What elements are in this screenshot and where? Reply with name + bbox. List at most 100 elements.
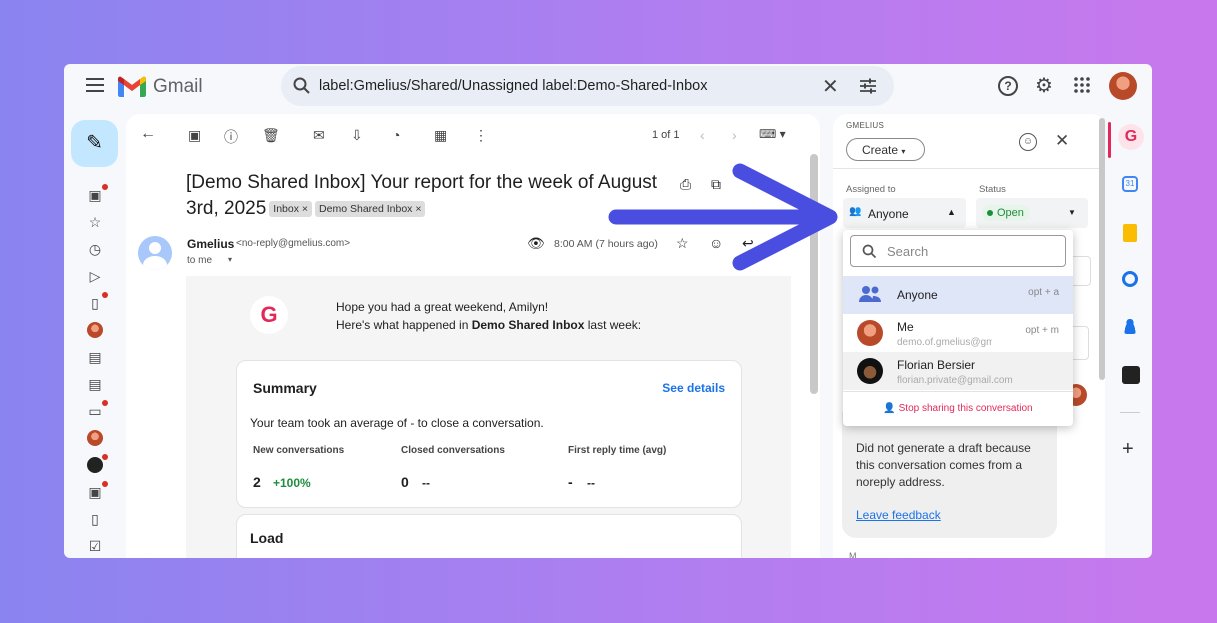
create-button[interactable]: Create ▾	[846, 138, 925, 161]
compose-button[interactable]: ✎	[71, 120, 118, 167]
florian-avatar	[857, 358, 883, 384]
recipient-to[interactable]: to me	[187, 255, 212, 266]
add-to-tasks-icon[interactable]: ▦	[434, 127, 447, 144]
close-panel-icon[interactable]: ✕	[1055, 131, 1069, 151]
calendar-rail-icon[interactable]: 31	[1122, 176, 1138, 192]
option-florian[interactable]: Florian Bersier florian.private@gmail.co…	[843, 352, 1073, 390]
assignee-dropdown: Search Anyone opt + a Me demo.of.gmelius…	[843, 230, 1073, 426]
panel-scrollbar[interactable]	[1099, 118, 1105, 380]
app-name: Gmail	[153, 76, 203, 97]
rail-divider	[1108, 122, 1111, 158]
dropdown-search-placeholder: Search	[887, 244, 929, 259]
search-icon[interactable]	[293, 77, 311, 95]
option-me-label: Me	[897, 320, 914, 334]
people-icon: 👥	[849, 206, 862, 217]
label-chip-inbox[interactable]: Inbox ×	[269, 201, 313, 217]
hidden-field-edge	[1073, 326, 1089, 360]
snooze-icon[interactable]: ◔	[392, 127, 400, 143]
input-tools-icon[interactable]: ⌨ ▾	[759, 127, 786, 141]
stat-delta-closed: --	[422, 476, 430, 490]
apps-grid-icon[interactable]	[1074, 77, 1090, 98]
more-truncated-text: M..	[849, 551, 862, 558]
newer-chevron-icon[interactable]: ‹	[700, 127, 705, 143]
starred-icon[interactable]: ☆	[87, 214, 103, 230]
recipient-details-chevron-icon[interactable]: ▾	[228, 255, 232, 264]
contacts-rail-icon[interactable]	[1123, 318, 1137, 334]
stat-value-new: 2	[253, 474, 261, 490]
gmelius-rail-icon[interactable]: G	[1118, 124, 1144, 150]
search-bar[interactable]: label:Gmelius/Shared/Unassigned label:De…	[281, 66, 894, 106]
drafts-icon[interactable]: ▯	[87, 292, 108, 311]
intro-suffix: last week:	[584, 318, 642, 332]
dropdown-search[interactable]: Search	[850, 235, 1066, 267]
addon-rail-icon[interactable]	[1122, 366, 1140, 384]
sent-icon[interactable]: ▷	[87, 268, 103, 284]
sender-email: <no-reply@gmelius.com>	[236, 238, 351, 249]
clear-search-icon[interactable]: ✕	[822, 74, 839, 99]
main-menu-icon[interactable]	[86, 78, 104, 92]
stop-sharing-user-icon: 👤	[883, 403, 896, 414]
assign-user-icon[interactable]: ☺	[1019, 133, 1037, 151]
contact-card-icon[interactable]: ▣	[87, 481, 108, 500]
stop-sharing-button[interactable]: 👤 Stop sharing this conversation	[843, 392, 1073, 426]
create-button-label: Create	[862, 143, 899, 157]
account-avatar[interactable]	[1109, 72, 1137, 100]
status-badge: Open	[982, 205, 1030, 221]
email-body: G Hope you had a great weekend, Amilyn! …	[186, 276, 791, 558]
stat-delta-reply: --	[587, 476, 595, 490]
status-label: Status	[979, 184, 1006, 195]
report-spam-icon[interactable]: ⓘ	[224, 127, 238, 147]
search-icon	[862, 244, 877, 259]
older-chevron-icon[interactable]: ›	[732, 127, 737, 143]
status-dot-icon	[987, 210, 993, 216]
settings-gear-icon[interactable]: ⚙	[1035, 73, 1053, 98]
delete-icon[interactable]: 🗑	[262, 127, 280, 144]
clipboard-icon[interactable]: ▯	[87, 511, 103, 527]
me-avatar	[857, 320, 883, 346]
keep-rail-icon[interactable]	[1123, 224, 1137, 242]
annotation-arrow-icon	[608, 163, 838, 271]
assigned-to-select[interactable]: 👥 Anyone ▲	[843, 198, 966, 228]
option-me[interactable]: Me demo.of.gmelius@gmail... opt + m	[843, 314, 1073, 352]
label-chip-shared-inbox[interactable]: Demo Shared Inbox ×	[315, 201, 426, 217]
search-options-icon[interactable]	[859, 77, 877, 95]
user-avatar-icon[interactable]	[87, 430, 103, 446]
inbox-icon[interactable]: ▣	[87, 184, 108, 203]
right-side-rail: G 31 +	[1099, 114, 1152, 558]
mark-unread-icon[interactable]: ✉	[313, 127, 325, 144]
back-arrow-icon[interactable]: ←	[140, 125, 156, 143]
tasks-check-icon[interactable]: ☑	[87, 538, 103, 554]
calendar-label-icon[interactable]: ▭	[87, 400, 108, 419]
more-options-icon[interactable]: ⋮	[474, 127, 488, 144]
option-anyone[interactable]: Anyone opt + a	[843, 276, 1073, 314]
intro-inbox-name: Demo Shared Inbox	[471, 318, 585, 332]
draft-note-text: Did not generate a draft because this co…	[856, 441, 1031, 489]
option-me-email: demo.of.gmelius@gmail...	[897, 337, 992, 348]
label-icon[interactable]: ▤	[87, 376, 103, 392]
see-details-link[interactable]: See details	[662, 381, 725, 395]
sender-name[interactable]: Gmelius	[187, 237, 234, 251]
assigned-to-value: Anyone	[868, 207, 909, 221]
assigned-chevron-up-icon: ▲	[947, 207, 956, 217]
leave-feedback-link[interactable]: Leave feedback	[856, 508, 941, 522]
help-icon[interactable]: ?	[998, 76, 1018, 96]
move-to-icon[interactable]: ⇩	[351, 127, 363, 144]
archive-icon[interactable]: ▣	[188, 127, 201, 144]
left-nav: ✎ ▣ ☆ ◷ ▷ ▯ ▤ ▤ ▭ ▣ ▯ ☑	[64, 108, 126, 558]
status-value: Open	[997, 207, 1024, 219]
tracking-eye-icon[interactable]: 👁	[527, 235, 545, 252]
load-title: Load	[250, 530, 284, 546]
snoozed-icon[interactable]: ◷	[87, 241, 103, 257]
status-chevron-icon: ▼	[1068, 208, 1076, 217]
create-chevron-icon: ▾	[901, 147, 906, 156]
shared-inbox-avatar-icon[interactable]	[87, 322, 103, 338]
sender-avatar[interactable]	[138, 236, 172, 270]
dark-avatar-icon[interactable]	[87, 454, 108, 473]
add-addon-icon[interactable]: +	[1122, 438, 1134, 461]
search-input[interactable]: label:Gmelius/Shared/Unassigned label:De…	[319, 78, 708, 94]
status-select[interactable]: Open ▼	[976, 198, 1088, 228]
gmail-logo-icon	[118, 76, 146, 97]
rail-divider	[1120, 412, 1140, 413]
label-icon[interactable]: ▤	[87, 349, 103, 365]
tasks-rail-icon[interactable]	[1122, 271, 1138, 287]
